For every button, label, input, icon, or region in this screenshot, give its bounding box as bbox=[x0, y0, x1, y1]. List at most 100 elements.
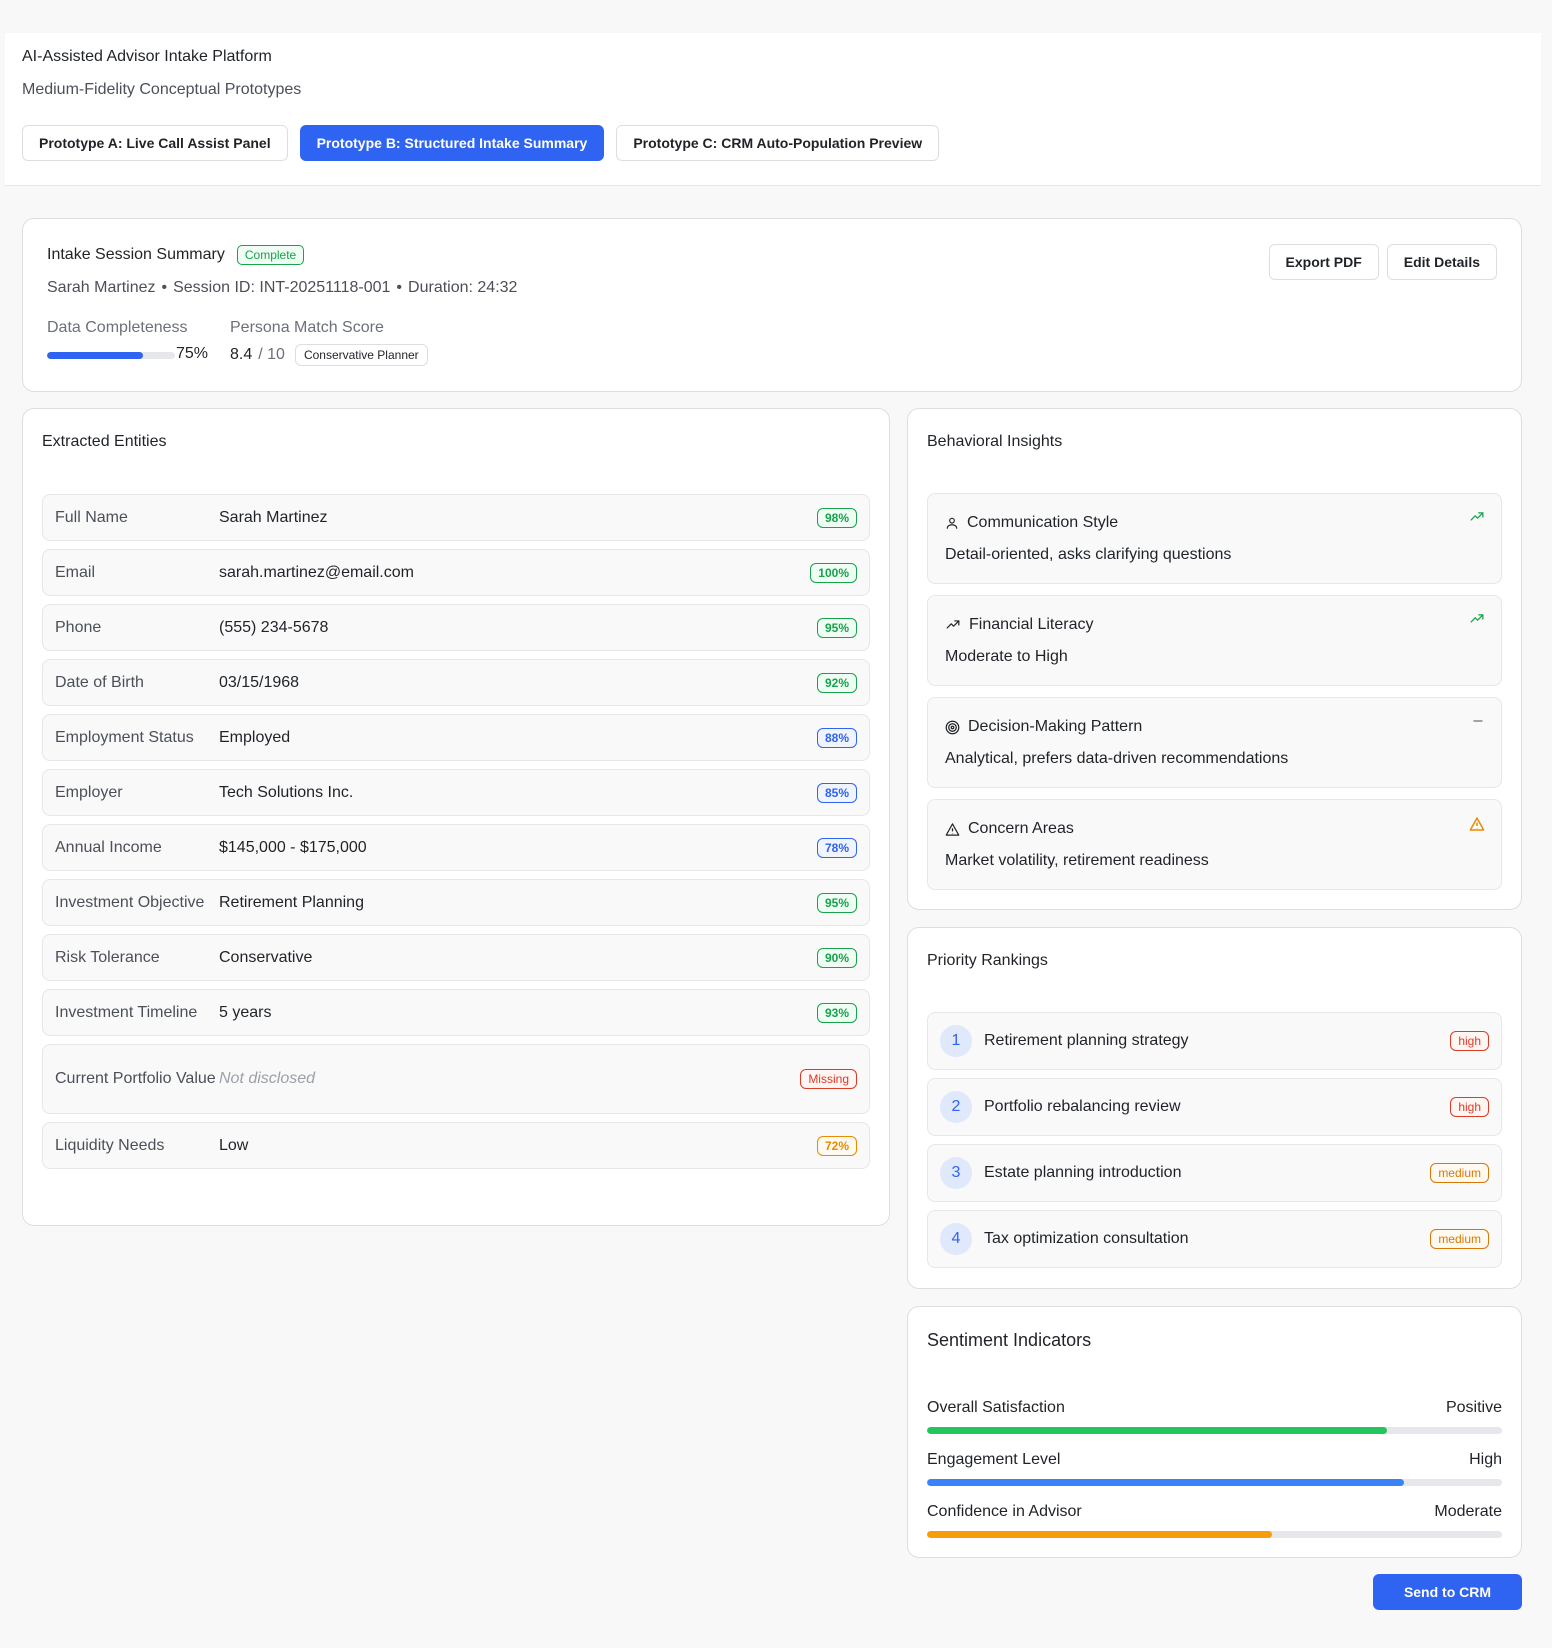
confidence-badge: 95% bbox=[816, 892, 857, 913]
entity-label: Full Name bbox=[55, 508, 128, 526]
persona-score: 8.4 bbox=[230, 346, 253, 363]
rank-number: 4 bbox=[940, 1223, 972, 1255]
persona-score-row: 8.4 / 10 Conservative Planner bbox=[230, 344, 428, 366]
entity-label: Email bbox=[55, 563, 96, 581]
confidence-badge: 72% bbox=[816, 1135, 857, 1156]
completeness-label: Data Completeness bbox=[47, 319, 188, 336]
tab-prototype-a[interactable]: Prototype A: Live Call Assist Panel bbox=[22, 125, 288, 161]
entity-label: Date of Birth bbox=[55, 673, 144, 691]
insight-item: Concern Areas Market volatility, retirem… bbox=[927, 799, 1502, 890]
entity-row: Phone (555) 234-5678 95% bbox=[42, 604, 870, 651]
confidence-badge: 78% bbox=[816, 837, 857, 858]
insight-text: Detail-oriented, asks clarifying questio… bbox=[945, 546, 1232, 563]
sentiment-label: Engagement Level bbox=[927, 1451, 1061, 1468]
priority-item: 4 Tax optimization consultation medium bbox=[927, 1210, 1502, 1268]
edit-details-button[interactable]: Edit Details bbox=[1386, 244, 1497, 280]
confidence-badge: 100% bbox=[810, 562, 857, 583]
priority-title: Priority Rankings bbox=[927, 952, 1048, 969]
confidence-badge: Missing bbox=[800, 1069, 857, 1089]
entity-row: Employer Tech Solutions Inc. 85% bbox=[42, 769, 870, 816]
target-icon bbox=[945, 720, 960, 735]
priority-level-badge: high bbox=[1450, 1031, 1489, 1051]
insight-list: Communication Style Detail-oriented, ask… bbox=[927, 493, 1502, 901]
insight-text: Analytical, prefers data-driven recommen… bbox=[945, 750, 1289, 767]
confidence-badge: 92% bbox=[816, 672, 857, 693]
entity-label: Risk Tolerance bbox=[55, 948, 160, 966]
entity-value: Sarah Martinez bbox=[219, 508, 328, 526]
persona-label: Persona Match Score bbox=[230, 319, 384, 336]
entity-row: Investment Timeline 5 years 93% bbox=[42, 989, 870, 1036]
entity-row: Date of Birth 03/15/1968 92% bbox=[42, 659, 870, 706]
prototype-tabs: Prototype A: Live Call Assist Panel Prot… bbox=[22, 125, 940, 161]
confidence-badge: 93% bbox=[816, 1002, 857, 1023]
sentiment-value: Moderate bbox=[1434, 1503, 1502, 1520]
priority-item: 3 Estate planning introduction medium bbox=[927, 1144, 1502, 1202]
rank-number: 2 bbox=[940, 1091, 972, 1123]
confidence-badge: 98% bbox=[816, 507, 857, 528]
confidence-badge: 90% bbox=[816, 947, 857, 968]
priority-text: Tax optimization consultation bbox=[984, 1230, 1189, 1247]
session-id: Session ID: INT-20251118-001 bbox=[173, 279, 391, 296]
rank-number: 3 bbox=[940, 1157, 972, 1189]
sentiment-bar bbox=[927, 1479, 1502, 1486]
entity-row: Employment Status Employed 88% bbox=[42, 714, 870, 761]
entity-label: Annual Income bbox=[55, 838, 162, 856]
priority-text: Retirement planning strategy bbox=[984, 1032, 1189, 1049]
sentiment-bar bbox=[927, 1531, 1502, 1538]
entity-row: Annual Income $145,000 - $175,000 78% bbox=[42, 824, 870, 871]
priority-level-badge: medium bbox=[1430, 1229, 1489, 1249]
entity-value: Not disclosed bbox=[219, 1070, 316, 1087]
entity-list: Full Name Sarah Martinez 98% Email sarah.mar… bbox=[42, 494, 870, 1177]
entity-label: Investment Objective bbox=[55, 893, 205, 911]
insight-text: Market volatility, retirement readiness bbox=[945, 852, 1209, 869]
entity-row: Investment Objective Retirement Planning 9… bbox=[42, 879, 870, 926]
trend-up-icon bbox=[1469, 510, 1485, 524]
top-header: AI-Assisted Advisor Intake Platform Medi… bbox=[5, 33, 1541, 186]
app-subtitle: Medium-Fidelity Conceptual Prototypes bbox=[22, 81, 302, 98]
user-icon bbox=[945, 516, 959, 530]
entity-value: 03/15/1968 bbox=[219, 673, 300, 691]
priority-level-badge: medium bbox=[1430, 1163, 1489, 1183]
client-name: Sarah Martinez bbox=[47, 279, 156, 296]
entity-value: Conservative bbox=[219, 948, 313, 966]
meta-separator: • bbox=[161, 279, 168, 296]
priority-text: Portfolio rebalancing review bbox=[984, 1098, 1181, 1115]
session-meta: Sarah Martinez • Session ID: INT-2025111… bbox=[47, 279, 517, 297]
entity-value: Employed bbox=[219, 728, 291, 746]
sentiment-item: Overall Satisfaction Positive bbox=[927, 1399, 1502, 1434]
persona-max: / 10 bbox=[258, 346, 285, 363]
insight-item: Financial Literacy Moderate to High bbox=[927, 595, 1502, 686]
priority-text: Estate planning introduction bbox=[984, 1164, 1182, 1181]
tab-prototype-b[interactable]: Prototype B: Structured Intake Summary bbox=[299, 125, 605, 161]
sentiment-bar-fill bbox=[927, 1479, 1405, 1486]
minus-icon bbox=[1471, 714, 1485, 728]
sentiment-bar-fill bbox=[927, 1427, 1387, 1434]
entity-row: Liquidity Needs Low 72% bbox=[42, 1122, 870, 1169]
status-badge: Complete bbox=[236, 245, 305, 265]
persona-badge: Conservative Planner bbox=[294, 344, 428, 366]
tab-prototype-c[interactable]: Prototype C: CRM Auto-Population Preview bbox=[616, 125, 940, 161]
alert-triangle-icon bbox=[945, 822, 960, 837]
send-to-crm-button[interactable]: Send to CRM bbox=[1373, 1574, 1522, 1610]
entity-row: Email sarah.martinez@email.com 100% bbox=[42, 549, 870, 596]
summary-title: Intake Session Summary bbox=[47, 246, 225, 263]
export-pdf-button[interactable]: Export PDF bbox=[1268, 244, 1379, 280]
entity-label: Employer bbox=[55, 783, 123, 801]
entity-value: Retirement Planning bbox=[219, 893, 364, 911]
app-title: AI-Assisted Advisor Intake Platform bbox=[22, 48, 272, 65]
sentiment-item: Confidence in Advisor Moderate bbox=[927, 1503, 1502, 1538]
entity-row: Current Portfolio Value Not disclosed Miss… bbox=[42, 1044, 870, 1114]
sentiment-value: Positive bbox=[1445, 1399, 1502, 1416]
trending-up-icon bbox=[945, 618, 961, 632]
sentiment-bar-fill bbox=[927, 1531, 1272, 1538]
session-duration: Duration: 24:32 bbox=[408, 279, 518, 296]
extracted-entities-card: Extracted Entities Full Name Sarah Martin… bbox=[22, 408, 890, 1226]
sentiment-indicators-card: Sentiment Indicators Overall Satisfactio… bbox=[907, 1306, 1522, 1558]
meta-separator: • bbox=[396, 279, 403, 296]
sentiment-title: Sentiment Indicators bbox=[927, 1330, 1092, 1350]
entity-value: 5 years bbox=[219, 1003, 272, 1021]
behavioral-insights-card: Behavioral Insights Communication Style … bbox=[907, 408, 1522, 910]
insight-item: Decision-Making Pattern Analytical, pref… bbox=[927, 697, 1502, 788]
confidence-badge: 85% bbox=[816, 782, 857, 803]
sentiment-value: High bbox=[1469, 1451, 1502, 1468]
